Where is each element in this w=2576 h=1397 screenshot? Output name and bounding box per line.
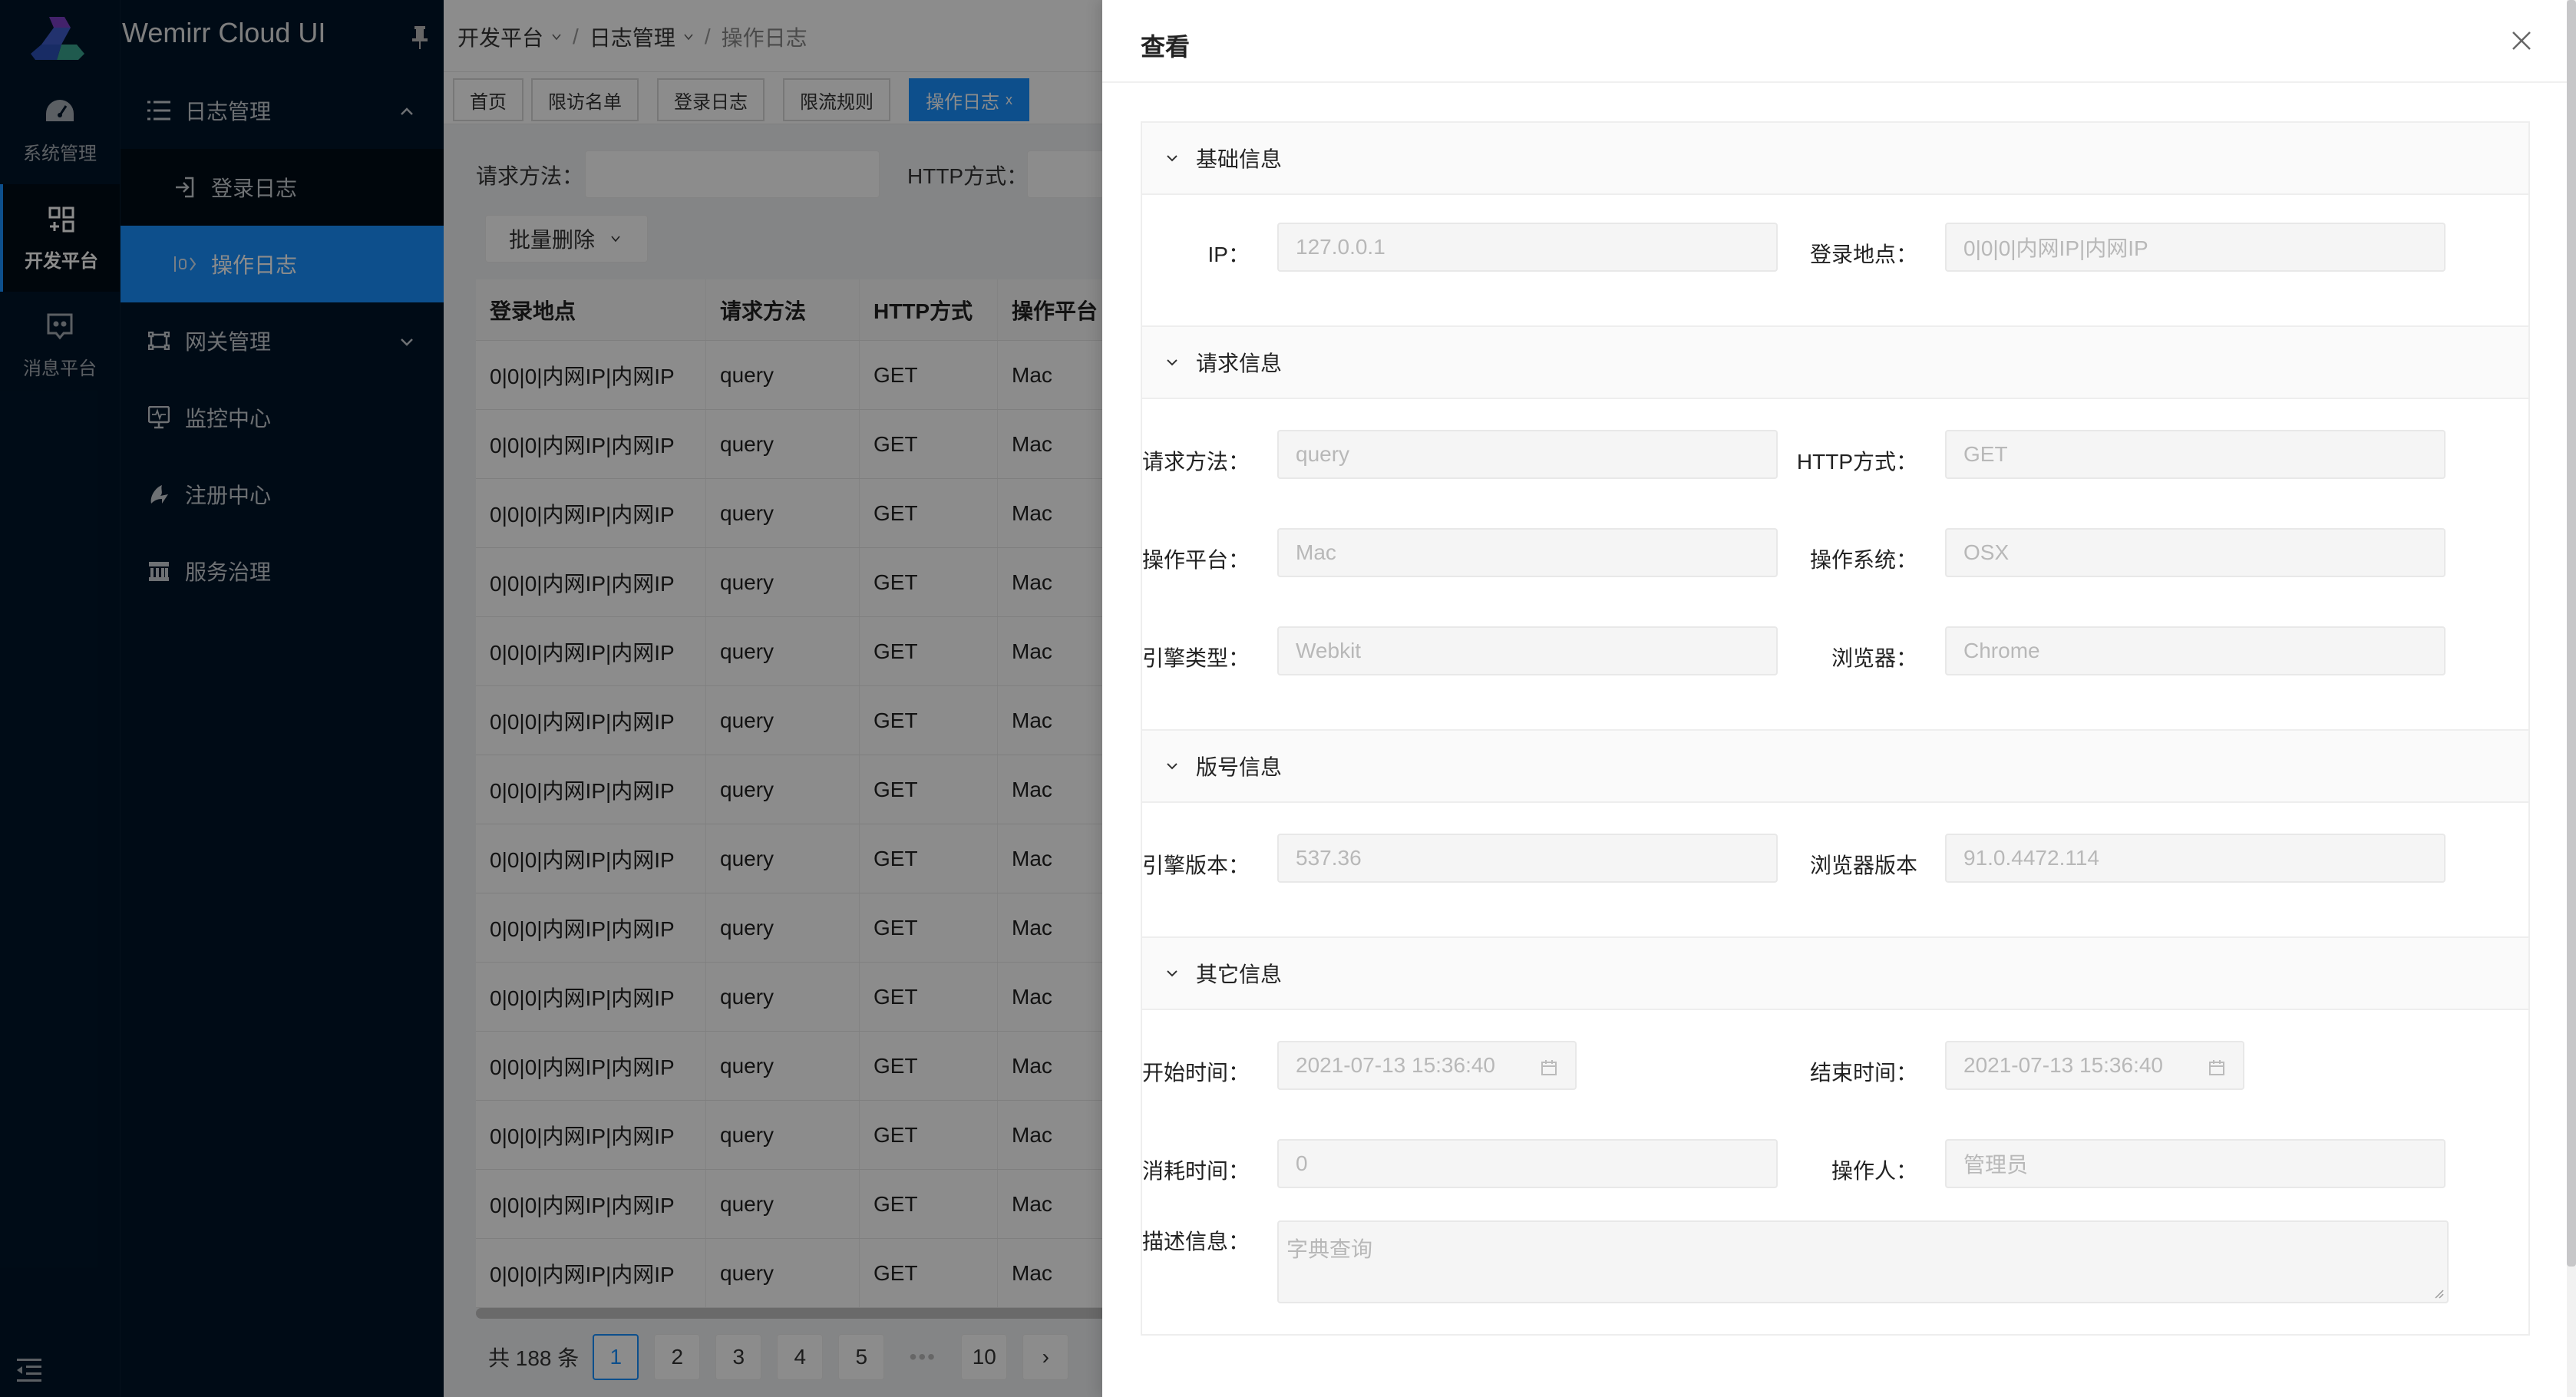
chevron-down-icon	[1167, 359, 1177, 366]
field-label: 登录地点：	[1809, 243, 1917, 266]
field-value: GET	[1963, 442, 2008, 466]
field-label: 操作人：	[1831, 1159, 1917, 1183]
field-value: Webkit	[1296, 639, 1362, 662]
field-label: 结束时间：	[1809, 1061, 1917, 1085]
field-label: 描述信息：	[1141, 1230, 1250, 1253]
field-label: 操作平台：	[1141, 548, 1250, 572]
field-value: 2021-07-13 15:36:40	[1963, 1053, 2163, 1077]
collapse-panel: 请求信息请求方法： query HTTP方式： GET 操作平台： Mac 操作系统： OSX…	[1141, 327, 2530, 731]
input-disabled[interactable]: OSX	[1945, 528, 2446, 577]
calendar-icon	[1540, 1058, 1558, 1076]
resize-handle-icon[interactable]	[2433, 1288, 2444, 1299]
collapse-panel-header[interactable]: 版号信息	[1142, 731, 2528, 803]
date-picker-disabled[interactable]: 2021-07-13 15:36:40	[1945, 1041, 2244, 1090]
form-row: 引擎版本： 537.36 浏览器版本 91.0.4472.114	[1142, 817, 2528, 915]
panel-title: 请求信息	[1196, 352, 1283, 375]
input-disabled[interactable]: 0|0|0|内网IP|内网IP	[1945, 223, 2446, 272]
field-label: 浏览器：	[1831, 646, 1917, 670]
field-value: 管理员	[1963, 1153, 2029, 1177]
form-row: 开始时间： 2021-07-13 15:36:40 结束时间： 2021-07-13 …	[1142, 1024, 2528, 1122]
view-drawer: 查看 基础信息 IP： 127.0.0.1 登录地点： 0|0|0|内网IP|内网IP 请…	[1102, 0, 2576, 1397]
date-picker-disabled[interactable]: 2021-07-13 15:36:40	[1277, 1041, 1577, 1090]
field-value: OSX	[1963, 540, 2010, 564]
field-label: 引擎版本：	[1141, 854, 1250, 877]
field-value: 91.0.4472.114	[1963, 846, 2099, 870]
input-disabled[interactable]: Chrome	[1945, 626, 2446, 675]
input-disabled[interactable]: 127.0.0.1	[1277, 223, 1778, 272]
collapse-panel-body: 开始时间： 2021-07-13 15:36:40 结束时间： 2021-07-13 …	[1142, 1010, 2528, 1334]
field-label: 引擎类型：	[1141, 646, 1250, 670]
chevron-down-icon	[1167, 763, 1177, 770]
field-label: 请求方法：	[1141, 450, 1250, 474]
drawer-body: 基础信息 IP： 127.0.0.1 登录地点： 0|0|0|内网IP|内网IP 请求信息…	[1141, 121, 2530, 1336]
input-disabled[interactable]: 0	[1277, 1139, 1778, 1188]
field-label: HTTP方式：	[1796, 450, 1917, 474]
description-textarea[interactable]: 字典查询	[1277, 1220, 2449, 1303]
field-value: 2021-07-13 15:36:40	[1296, 1053, 1495, 1077]
drawer-header: 查看	[1102, 0, 2576, 83]
input-disabled[interactable]: 91.0.4472.114	[1945, 834, 2446, 883]
collapse-panel-header[interactable]: 其它信息	[1142, 938, 2528, 1010]
form-row: 请求方法： query HTTP方式： GET	[1142, 413, 2528, 511]
collapse-panel: 版号信息引擎版本： 537.36 浏览器版本 91.0.4472.114	[1141, 731, 2530, 938]
form-row: 消耗时间： 0 操作人： 管理员	[1142, 1122, 2528, 1220]
field-value: 字典查询	[1286, 1237, 1373, 1261]
panel-title: 基础信息	[1196, 147, 1283, 171]
form-row: 操作平台： Mac 操作系统： OSX	[1142, 511, 2528, 609]
field-value: 0|0|0|内网IP|内网IP	[1963, 236, 2148, 260]
collapse-panel-body: IP： 127.0.0.1 登录地点： 0|0|0|内网IP|内网IP	[1142, 195, 2528, 325]
field-label: 消耗时间：	[1141, 1159, 1250, 1183]
collapse-panel-header[interactable]: 请求信息	[1142, 327, 2528, 399]
collapse-panel-header[interactable]: 基础信息	[1142, 123, 2528, 195]
collapse-panel: 基础信息 IP： 127.0.0.1 登录地点： 0|0|0|内网IP|内网IP	[1141, 121, 2530, 327]
form-row: IP： 127.0.0.1 登录地点： 0|0|0|内网IP|内网IP	[1142, 206, 2528, 304]
input-disabled[interactable]: GET	[1945, 430, 2446, 479]
field-value: Mac	[1296, 540, 1336, 564]
field-value: Chrome	[1963, 639, 2040, 662]
form-row: 描述信息： 字典查询	[1142, 1220, 2528, 1313]
collapse-panel: 其它信息开始时间： 2021-07-13 15:36:40 结束时间： 2021-07…	[1141, 938, 2530, 1336]
field-value: query	[1296, 442, 1350, 466]
collapse-panel-body: 引擎版本： 537.36 浏览器版本 91.0.4472.114	[1142, 803, 2528, 936]
calendar-icon	[2208, 1058, 2226, 1076]
field-value: 127.0.0.1	[1296, 235, 1385, 259]
input-disabled[interactable]: Mac	[1277, 528, 1778, 577]
chevron-down-icon	[1167, 970, 1177, 977]
field-label: 操作系统：	[1809, 548, 1917, 572]
chevron-down-icon	[1167, 155, 1177, 162]
field-value: 0	[1296, 1151, 1308, 1175]
input-disabled[interactable]: 537.36	[1277, 834, 1778, 883]
drawer-title: 查看	[1141, 33, 1191, 61]
input-disabled[interactable]: query	[1277, 430, 1778, 479]
field-label: 浏览器版本	[1809, 854, 1917, 877]
field-value: 537.36	[1296, 846, 1362, 870]
input-disabled[interactable]: 管理员	[1945, 1139, 2446, 1188]
input-disabled[interactable]: Webkit	[1277, 626, 1778, 675]
form-row: 引擎类型： Webkit 浏览器： Chrome	[1142, 609, 2528, 708]
panel-title: 版号信息	[1196, 755, 1283, 779]
panel-title: 其它信息	[1196, 963, 1283, 986]
close-icon[interactable]	[2512, 31, 2531, 51]
collapse-panel-body: 请求方法： query HTTP方式： GET 操作平台： Mac 操作系统： OSX 引擎类型…	[1142, 399, 2528, 729]
drawer-scrollbar[interactable]	[2567, 0, 2576, 1267]
field-label: 开始时间：	[1141, 1061, 1250, 1085]
field-label: IP：	[1207, 243, 1250, 266]
